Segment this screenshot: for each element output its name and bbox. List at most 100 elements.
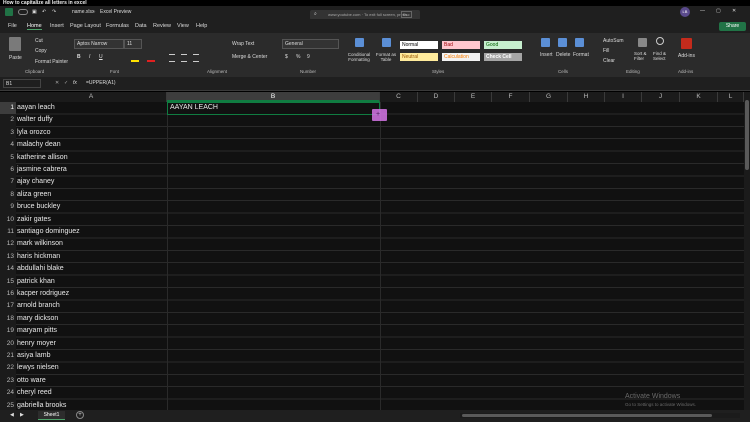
column-header[interactable]: B <box>167 92 380 102</box>
tab-view[interactable]: View <box>177 23 189 29</box>
row-header[interactable]: 19 <box>0 325 16 338</box>
cell-a10[interactable]: zakir gates <box>16 214 167 226</box>
cell-a21[interactable]: asiya lamb <box>16 350 167 362</box>
column-header[interactable]: G <box>530 92 568 102</box>
tab-data[interactable]: Data <box>135 23 147 29</box>
format-icon[interactable] <box>575 38 584 47</box>
font-size-select[interactable]: 11 <box>124 39 142 49</box>
align-left-icon[interactable] <box>169 54 175 62</box>
redo-icon[interactable]: ↷ <box>52 9 56 15</box>
paste-icon[interactable] <box>9 37 21 51</box>
cell-a4[interactable]: malachy dean <box>16 139 167 151</box>
paste-label[interactable]: Paste <box>9 55 22 61</box>
format-painter-button[interactable]: Format Painter <box>35 59 68 65</box>
bold-button[interactable]: B <box>77 54 81 60</box>
tab-file[interactable]: File <box>8 23 17 29</box>
column-header[interactable]: I <box>605 92 642 102</box>
row-header[interactable]: 2 <box>0 114 16 127</box>
find-select-icon[interactable] <box>656 37 664 45</box>
row-header[interactable]: 17 <box>0 300 16 313</box>
row-header[interactable]: 5 <box>0 151 16 164</box>
row-header[interactable]: 21 <box>0 350 16 363</box>
column-header[interactable]: C <box>380 92 418 102</box>
cell-a23[interactable]: otto ware <box>16 375 167 387</box>
find-select-button[interactable]: Find & Select <box>653 51 673 61</box>
number-format-select[interactable]: General <box>282 39 339 49</box>
tab-review[interactable]: Review <box>153 23 171 29</box>
align-right-icon[interactable] <box>193 54 199 62</box>
column-header[interactable]: D <box>418 92 455 102</box>
cell-a8[interactable]: aliza green <box>16 189 167 201</box>
cancel-icon[interactable]: ✕ <box>55 80 59 86</box>
underline-button[interactable]: U <box>99 54 103 60</box>
name-box[interactable]: B1 <box>3 79 41 88</box>
fill-button[interactable]: Fill <box>603 48 609 54</box>
close-button[interactable]: ✕ <box>732 8 736 14</box>
cut-button[interactable]: Cut <box>35 38 43 44</box>
align-center-icon[interactable] <box>181 54 187 62</box>
tab-home[interactable]: Home <box>27 23 42 30</box>
style-normal[interactable]: Normal <box>400 41 438 49</box>
vertical-scroll-thumb[interactable] <box>745 100 749 170</box>
cell-a19[interactable]: maryam pitts <box>16 325 167 337</box>
tab-formulas[interactable]: Formulas <box>106 23 129 29</box>
row-header[interactable]: 14 <box>0 263 16 276</box>
save-icon[interactable]: ▣ <box>32 9 37 15</box>
row-header[interactable]: 7 <box>0 176 16 189</box>
cell-b1-selected[interactable]: AAYAN LEACH <box>167 102 380 115</box>
fx-button[interactable]: fx <box>73 80 77 86</box>
row-header[interactable]: 22 <box>0 362 16 375</box>
tab-help[interactable]: Help <box>196 23 207 29</box>
row-header[interactable]: 10 <box>0 213 16 226</box>
column-header[interactable]: F <box>492 92 530 102</box>
row-header[interactable]: 24 <box>0 387 16 400</box>
minimize-button[interactable]: — <box>700 8 705 14</box>
comma-button[interactable]: 9 <box>307 54 310 60</box>
font-name-select[interactable]: Aptos Narrow <box>74 39 124 49</box>
add-ins-icon[interactable] <box>681 38 692 49</box>
cell-a12[interactable]: mark wilkinson <box>16 238 167 250</box>
row-header[interactable]: 16 <box>0 288 16 301</box>
share-button[interactable]: Share <box>719 22 746 31</box>
fill-color-icon[interactable] <box>131 60 139 62</box>
cell-a25[interactable]: gabriella brooks <box>16 400 167 410</box>
delete-button[interactable]: Delete <box>556 52 570 58</box>
cell-a1[interactable]: aayan leach <box>16 102 167 114</box>
cell-a16[interactable]: kacper rodriguez <box>16 288 167 300</box>
cell-a5[interactable]: katherine allison <box>16 152 167 164</box>
font-color-icon[interactable] <box>147 60 155 62</box>
currency-button[interactable]: $ <box>285 54 288 60</box>
cell-a15[interactable]: patrick khan <box>16 276 167 288</box>
style-bad[interactable]: Bad <box>442 41 480 49</box>
cell-a22[interactable]: lewys nielsen <box>16 362 167 374</box>
row-header[interactable]: 9 <box>0 201 16 214</box>
cell-a18[interactable]: mary dickson <box>16 313 167 325</box>
row-header[interactable]: 23 <box>0 374 16 388</box>
column-header[interactable]: J <box>642 92 680 102</box>
format-as-table-button[interactable]: Format as Table <box>374 52 398 62</box>
select-all-corner[interactable] <box>0 92 16 102</box>
row-header[interactable]: 6 <box>0 164 16 177</box>
column-header[interactable]: K <box>680 92 718 102</box>
wrap-text-button[interactable]: Wrap Text <box>232 41 254 47</box>
formula-input[interactable]: =UPPER(A1) <box>86 80 116 86</box>
maximize-button[interactable]: ▢ <box>716 8 721 14</box>
conditional-formatting-icon[interactable] <box>355 38 364 47</box>
add-ins-button[interactable]: Add-ins <box>678 53 695 59</box>
horizontal-scroll-thumb[interactable] <box>462 414 712 417</box>
conditional-formatting-button[interactable]: Conditional Formatting <box>345 52 373 62</box>
cell-a7[interactable]: ajay chaney <box>16 176 167 188</box>
undo-icon[interactable]: ↶ <box>42 9 46 15</box>
row-header[interactable]: 25 <box>0 399 16 410</box>
cell-a9[interactable]: bruce buckley <box>16 201 167 213</box>
insert-icon[interactable] <box>541 38 550 47</box>
row-header[interactable]: 4 <box>0 139 16 152</box>
sort-filter-icon[interactable] <box>638 38 647 47</box>
cell-a6[interactable]: jasmine cabrera <box>16 164 167 176</box>
cell-a13[interactable]: haris hickman <box>16 251 167 263</box>
enter-icon[interactable]: ✓ <box>64 80 68 86</box>
row-header[interactable]: 18 <box>0 312 16 326</box>
cell-a3[interactable]: lyla orozco <box>16 127 167 139</box>
row-header[interactable]: 3 <box>0 126 16 140</box>
row-header[interactable]: 12 <box>0 238 16 251</box>
